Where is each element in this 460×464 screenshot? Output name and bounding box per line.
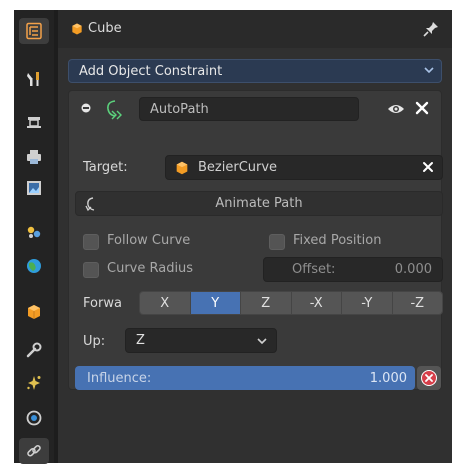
cube-icon [28, 305, 40, 319]
cube-icon [176, 161, 188, 174]
curve-radius-label: Curve Radius [107, 261, 194, 276]
animate-path-icon [85, 197, 95, 212]
disable-keep-transform-button[interactable] [417, 366, 441, 390]
up-axis-label: Up: [83, 334, 106, 349]
image-icon [27, 181, 41, 195]
particles-icon [27, 376, 41, 390]
follow-curve-label: Follow Curve [107, 233, 191, 248]
fixed-position-checkbox[interactable] [269, 234, 285, 250]
collapse-icon [81, 103, 91, 113]
forward-axis-option[interactable]: -X [291, 292, 342, 314]
tab-constraints[interactable] [19, 438, 49, 464]
forward-axis-option[interactable]: X [140, 292, 191, 314]
up-axis-dropdown[interactable]: Z [125, 328, 277, 353]
panel-header: Cube [58, 10, 452, 48]
forward-axis-selector: X Y Z -X -Y -Z [139, 291, 443, 315]
outliner-icon [26, 22, 42, 40]
forward-axis-option[interactable]: Z [241, 292, 292, 314]
constraint-name-input[interactable]: AutoPath [139, 97, 359, 121]
forward-axis-option[interactable]: Y [190, 292, 241, 314]
constraint-icon [27, 444, 41, 457]
influence-label: Influence: [87, 370, 152, 386]
animate-path-label: Animate Path [215, 196, 303, 211]
up-axis-value: Z [136, 333, 145, 348]
curve-radius-checkbox[interactable] [83, 262, 99, 278]
close-circle-icon [421, 370, 437, 386]
autopath-constraint-box: AutoPath Target: BezierCurve Animate Pat… [68, 90, 443, 390]
pin-button[interactable] [422, 20, 440, 42]
offset-field[interactable]: Offset: 0.000 [263, 257, 443, 282]
tab-view-layer[interactable] [21, 175, 47, 201]
tab-object[interactable] [21, 299, 47, 325]
constraint-name: AutoPath [150, 101, 209, 117]
tab-render[interactable] [21, 109, 47, 135]
object-name-label: Cube [70, 21, 122, 36]
visibility-toggle[interactable] [387, 101, 405, 121]
clear-target-button[interactable] [422, 161, 434, 177]
object-name: Cube [88, 21, 122, 36]
tab-modifiers[interactable] [21, 337, 47, 363]
target-label: Target: [83, 160, 128, 175]
tab-physics[interactable] [21, 405, 47, 431]
cube-icon [72, 23, 82, 34]
eye-icon [388, 105, 404, 113]
follow-curve-checkbox[interactable] [83, 234, 99, 250]
wrench-icon [26, 342, 42, 358]
tools-icon [27, 72, 39, 86]
delete-constraint-button[interactable] [414, 100, 430, 120]
properties-editor: Cube Add Object Constraint AutoPath Targ… [14, 10, 452, 464]
pin-icon [423, 22, 438, 37]
scene-icon [27, 226, 41, 238]
add-object-constraint-label: Add Object Constraint [79, 63, 223, 79]
add-object-constraint-dropdown[interactable]: Add Object Constraint [68, 59, 442, 83]
tab-tool[interactable] [19, 18, 49, 44]
collapse-toggle[interactable] [78, 100, 94, 116]
influence-value: 1.000 [369, 370, 407, 386]
tab-output[interactable] [21, 144, 47, 170]
properties-tabs-sidebar [14, 10, 54, 464]
fixed-position-label: Fixed Position [293, 233, 382, 248]
influence-slider[interactable]: Influence: 1.000 [75, 366, 415, 390]
world-icon [27, 259, 41, 273]
follow-path-constraint-icon [103, 98, 125, 124]
tab-particles[interactable] [21, 370, 47, 396]
constraints-panel: Cube Add Object Constraint AutoPath Targ… [58, 10, 452, 463]
forward-axis-option[interactable]: -Y [342, 292, 393, 314]
chevron-down-icon [257, 338, 267, 345]
animate-path-button[interactable]: Animate Path [75, 191, 443, 216]
chevron-down-icon [423, 64, 435, 80]
close-icon [423, 162, 433, 172]
tab-world[interactable] [21, 253, 47, 279]
tab-scene[interactable] [21, 219, 47, 245]
tab-tool-settings[interactable] [21, 66, 47, 92]
forward-axis-option[interactable]: -Z [392, 292, 442, 314]
printer-icon [27, 150, 41, 164]
offset-value: 0.000 [394, 262, 432, 277]
forward-axis-label: Forwa [83, 296, 122, 311]
offset-label: Offset: [292, 262, 336, 277]
target-value: BezierCurve [198, 160, 278, 175]
close-icon [415, 101, 429, 115]
target-field[interactable]: BezierCurve [165, 155, 443, 180]
physics-icon [26, 410, 42, 426]
render-icon [27, 117, 41, 128]
